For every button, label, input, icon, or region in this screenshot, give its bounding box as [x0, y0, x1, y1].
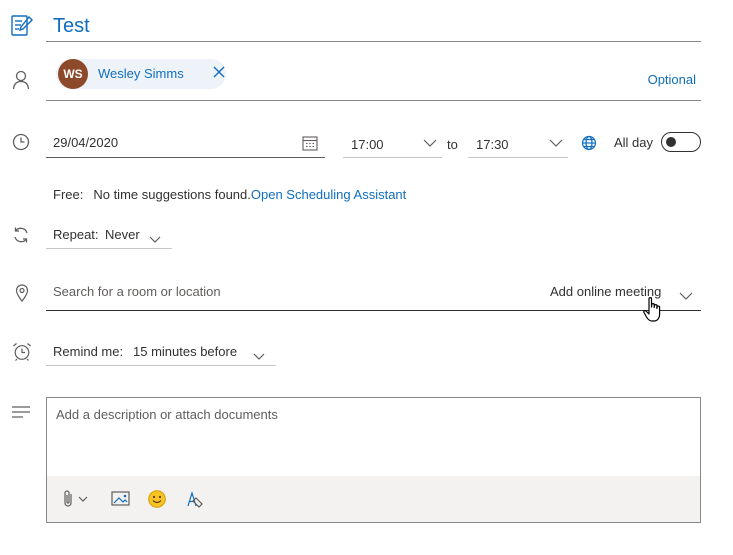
no-suggestions-text: No time suggestions found. — [93, 187, 251, 202]
alarm-clock-icon — [12, 342, 32, 361]
calendar-icon[interactable] — [302, 135, 318, 151]
description-toolbar — [47, 476, 700, 522]
to-label: to — [447, 137, 458, 152]
event-title-input[interactable]: Test — [46, 10, 701, 42]
reminder-label: Remind me: — [53, 344, 124, 359]
description-placeholder: Add a description or attach documents — [56, 407, 278, 422]
scheduling-assistant-link[interactable]: Open Scheduling Assistant — [251, 187, 406, 202]
emoji-icon[interactable] — [147, 489, 167, 509]
location-placeholder: Search for a room or location — [53, 284, 221, 299]
chevron-down-icon — [149, 230, 161, 246]
end-time-dropdown[interactable]: 17:30 — [468, 129, 568, 158]
toggle-knob — [666, 137, 676, 147]
chevron-down-icon — [253, 347, 265, 363]
location-search-field[interactable]: Search for a room or location Add online… — [46, 276, 701, 311]
optional-attendees-link[interactable]: Optional — [648, 72, 696, 87]
availability-row: Free: No time suggestions found.Open Sche… — [53, 187, 406, 202]
paperclip-icon[interactable] — [63, 489, 91, 509]
avatar: WS — [58, 59, 88, 89]
person-icon — [12, 70, 30, 90]
clock-icon — [12, 133, 30, 151]
attendee-chip[interactable]: WS Wesley Simms — [56, 59, 226, 89]
reminder-dropdown[interactable]: Remind me: 15 minutes before — [46, 338, 276, 366]
repeat-dropdown[interactable]: Repeat: Never — [46, 221, 172, 249]
all-day-label: All day — [614, 135, 654, 150]
location-pin-icon — [15, 284, 29, 302]
image-icon[interactable] — [111, 489, 131, 507]
end-time-value: 17:30 — [476, 137, 509, 152]
description-editor[interactable]: Add a description or attach documents — [46, 397, 701, 523]
start-date-value: 29/04/2020 — [53, 135, 119, 150]
free-label: Free: — [53, 187, 84, 202]
event-title-text: Test — [53, 15, 90, 37]
chevron-down-icon — [423, 139, 437, 147]
attendees-field[interactable]: WS Wesley Simms Optional — [46, 56, 701, 101]
close-icon[interactable] — [212, 65, 226, 79]
reminder-value: 15 minutes before — [133, 344, 238, 359]
start-time-dropdown[interactable]: 17:00 — [343, 129, 442, 158]
start-date-field[interactable]: 29/04/2020 — [46, 129, 325, 158]
chevron-down-icon — [549, 139, 563, 147]
chevron-down-icon[interactable] — [679, 287, 693, 303]
hand-pointer-cursor-icon — [642, 296, 664, 324]
attendee-name: Wesley Simms — [98, 66, 184, 81]
repeat-label: Repeat: — [53, 227, 99, 242]
repeat-icon — [12, 226, 30, 244]
format-paint-icon[interactable] — [184, 489, 204, 509]
compose-event-icon — [10, 13, 34, 37]
time-zone-globe-icon[interactable] — [581, 135, 597, 151]
start-time-value: 17:00 — [351, 137, 384, 152]
all-day-toggle[interactable] — [661, 132, 701, 152]
text-align-left-icon — [12, 406, 30, 418]
repeat-value: Never — [105, 227, 140, 242]
